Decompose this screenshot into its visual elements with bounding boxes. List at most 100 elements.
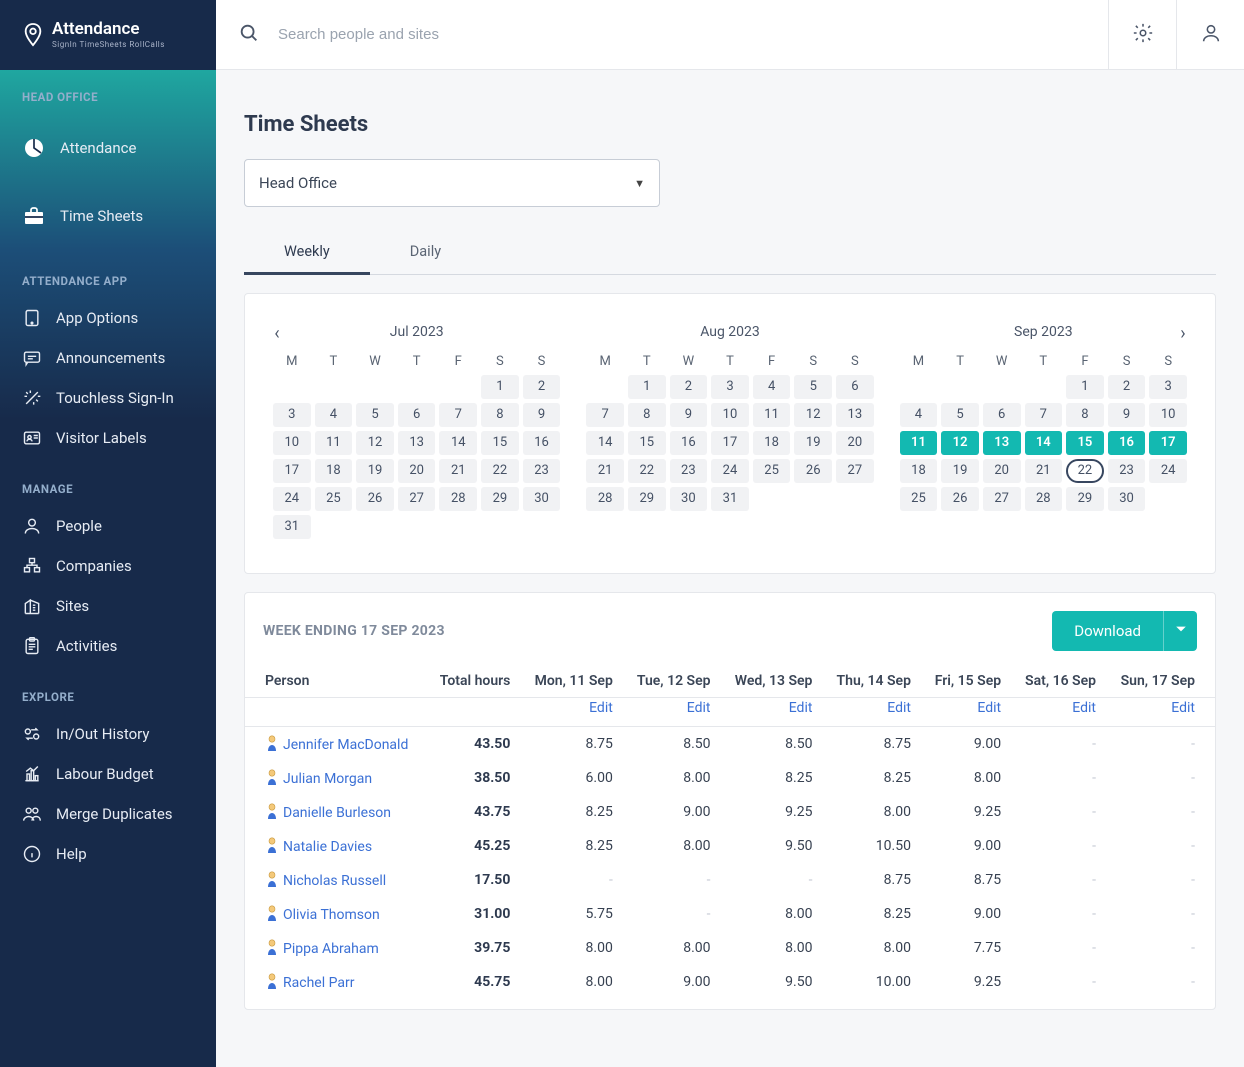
calendar-day[interactable]: 31 xyxy=(273,515,311,539)
calendar-day[interactable]: 23 xyxy=(670,459,708,483)
calendar-day[interactable]: 21 xyxy=(586,459,624,483)
calendar-day[interactable]: 19 xyxy=(356,459,394,483)
sidebar-item-sites[interactable]: Sites xyxy=(0,586,216,626)
calendar-day[interactable]: 26 xyxy=(941,487,979,511)
calendar-day[interactable]: 23 xyxy=(1108,459,1146,483)
calendar-day[interactable]: 29 xyxy=(1066,487,1104,511)
calendar-day[interactable]: 22 xyxy=(628,459,666,483)
calendar-day[interactable]: 30 xyxy=(670,487,708,511)
calendar-day[interactable]: 2 xyxy=(1108,375,1146,399)
calendar-day[interactable]: 21 xyxy=(439,459,477,483)
tab-daily[interactable]: Daily xyxy=(370,233,481,274)
calendar-day[interactable]: 11 xyxy=(900,431,938,455)
edit-day-link[interactable]: Edit xyxy=(1072,700,1096,716)
calendar-day[interactable]: 21 xyxy=(1025,459,1063,483)
calendar-day[interactable]: 22 xyxy=(1066,459,1104,483)
person-cell[interactable]: Danielle Burleson xyxy=(245,795,426,829)
calendar-day[interactable]: 3 xyxy=(711,375,749,399)
calendar-day[interactable]: 6 xyxy=(836,375,874,399)
calendar-day[interactable]: 5 xyxy=(794,375,832,399)
calendar-day[interactable]: 1 xyxy=(628,375,666,399)
calendar-day[interactable]: 19 xyxy=(794,431,832,455)
calendar-day[interactable]: 17 xyxy=(1149,431,1187,455)
sidebar-item-help[interactable]: Help xyxy=(0,834,216,874)
edit-day-link[interactable]: Edit xyxy=(977,700,1001,716)
calendar-day[interactable]: 2 xyxy=(670,375,708,399)
calendar-day[interactable]: 25 xyxy=(753,459,791,483)
sidebar-item-inout[interactable]: In/Out History xyxy=(0,714,216,754)
edit-day-link[interactable]: Edit xyxy=(789,700,813,716)
edit-day-link[interactable]: Edit xyxy=(887,700,911,716)
calendar-day[interactable]: 3 xyxy=(1149,375,1187,399)
calendar-day[interactable]: 8 xyxy=(481,403,519,427)
calendar-day[interactable]: 11 xyxy=(315,431,353,455)
tab-weekly[interactable]: Weekly xyxy=(244,233,370,275)
person-cell[interactable]: Olivia Thomson xyxy=(245,897,426,931)
calendar-day[interactable]: 18 xyxy=(315,459,353,483)
person-cell[interactable]: Jennifer MacDonald xyxy=(245,726,426,761)
calendar-day[interactable]: 4 xyxy=(315,403,353,427)
calendar-day[interactable]: 22 xyxy=(481,459,519,483)
calendar-day[interactable]: 24 xyxy=(1149,459,1187,483)
calendar-day[interactable]: 9 xyxy=(670,403,708,427)
calendar-day[interactable]: 19 xyxy=(941,459,979,483)
calendar-day[interactable]: 1 xyxy=(481,375,519,399)
calendar-day[interactable]: 10 xyxy=(1149,403,1187,427)
calendar-day[interactable]: 13 xyxy=(836,403,874,427)
sidebar-item-people[interactable]: People xyxy=(0,506,216,546)
calendar-day[interactable]: 9 xyxy=(1108,403,1146,427)
calendar-day[interactable]: 10 xyxy=(273,431,311,455)
sidebar-item-visitorlabels[interactable]: Visitor Labels xyxy=(0,418,216,458)
calendar-day[interactable]: 16 xyxy=(670,431,708,455)
calendar-day[interactable]: 17 xyxy=(711,431,749,455)
calendar-day[interactable]: 9 xyxy=(523,403,561,427)
person-cell[interactable]: Natalie Davies xyxy=(245,829,426,863)
calendar-day[interactable]: 25 xyxy=(315,487,353,511)
calendar-day[interactable]: 25 xyxy=(900,487,938,511)
calendar-day[interactable]: 18 xyxy=(900,459,938,483)
calendar-day[interactable]: 6 xyxy=(983,403,1021,427)
sidebar-item-touchless[interactable]: Touchless Sign-In xyxy=(0,378,216,418)
calendar-day[interactable]: 4 xyxy=(900,403,938,427)
calendar-day[interactable]: 7 xyxy=(1025,403,1063,427)
calendar-day[interactable]: 20 xyxy=(983,459,1021,483)
calendar-day[interactable]: 13 xyxy=(398,431,436,455)
calendar-day[interactable]: 27 xyxy=(398,487,436,511)
calendar-day[interactable]: 1 xyxy=(1066,375,1104,399)
calendar-day[interactable]: 12 xyxy=(794,403,832,427)
person-cell[interactable]: Rachel Parr xyxy=(245,965,426,999)
download-dropdown[interactable] xyxy=(1163,611,1197,651)
calendar-day[interactable]: 24 xyxy=(711,459,749,483)
calendar-day[interactable]: 28 xyxy=(439,487,477,511)
calendar-day[interactable]: 11 xyxy=(753,403,791,427)
calendar-day[interactable]: 14 xyxy=(439,431,477,455)
calendar-day[interactable]: 18 xyxy=(753,431,791,455)
profile-button[interactable] xyxy=(1176,0,1244,69)
sidebar-item-timesheets[interactable]: Time Sheets xyxy=(0,182,216,250)
sidebar-item-activities[interactable]: Activities xyxy=(0,626,216,666)
edit-day-link[interactable]: Edit xyxy=(687,700,711,716)
calendar-day[interactable]: 5 xyxy=(356,403,394,427)
calendar-day[interactable]: 5 xyxy=(941,403,979,427)
calendar-day[interactable]: 6 xyxy=(398,403,436,427)
calendar-day[interactable]: 24 xyxy=(273,487,311,511)
sidebar-item-companies[interactable]: Companies xyxy=(0,546,216,586)
calendar-day[interactable]: 23 xyxy=(523,459,561,483)
calendar-day[interactable]: 29 xyxy=(628,487,666,511)
edit-day-link[interactable]: Edit xyxy=(589,700,613,716)
calendar-day[interactable]: 4 xyxy=(753,375,791,399)
sidebar-item-announcements[interactable]: Announcements xyxy=(0,338,216,378)
calendar-day[interactable]: 12 xyxy=(356,431,394,455)
calendar-day[interactable]: 15 xyxy=(481,431,519,455)
calendar-day[interactable]: 26 xyxy=(794,459,832,483)
calendar-day[interactable]: 26 xyxy=(356,487,394,511)
calendar-day[interactable]: 10 xyxy=(711,403,749,427)
calendar-day[interactable]: 30 xyxy=(523,487,561,511)
calendar-day[interactable]: 16 xyxy=(523,431,561,455)
edit-day-link[interactable]: Edit xyxy=(1171,700,1195,716)
site-select[interactable]: Head Office ▼ xyxy=(244,159,660,207)
calendar-day[interactable]: 17 xyxy=(273,459,311,483)
calendar-day[interactable]: 16 xyxy=(1108,431,1146,455)
calendar-day[interactable]: 3 xyxy=(273,403,311,427)
calendar-day[interactable]: 14 xyxy=(1025,431,1063,455)
